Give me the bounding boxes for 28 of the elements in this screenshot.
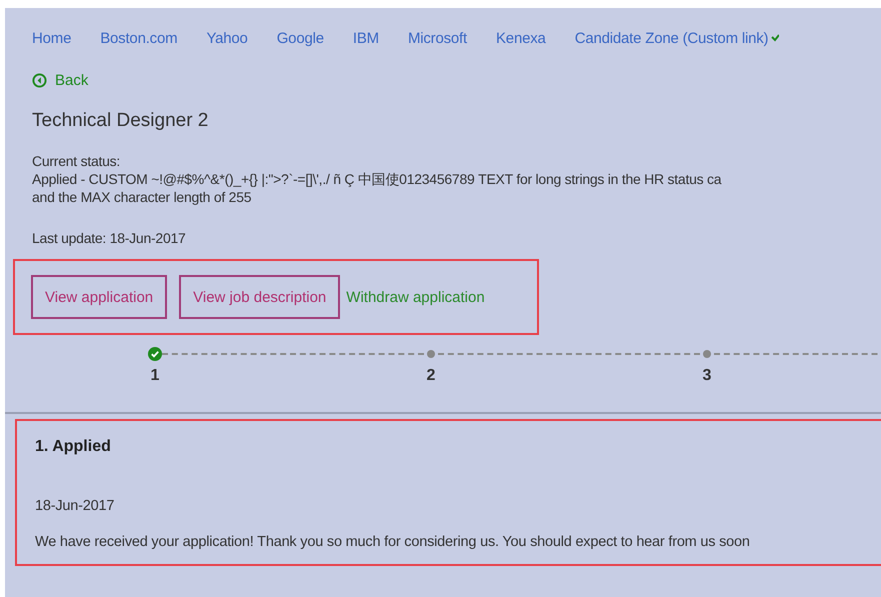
- step-number: 3: [702, 367, 712, 385]
- nav-link[interactable]: Boston.com: [100, 30, 178, 46]
- back-link[interactable]: Back: [55, 72, 88, 89]
- nav-link[interactable]: Google: [276, 30, 324, 46]
- stage-date: 18-Jun-2017: [35, 498, 116, 514]
- job-title: Technical Designer 2: [32, 110, 210, 132]
- dot-icon: [424, 347, 438, 361]
- nav-link[interactable]: Home: [32, 30, 72, 46]
- status-text: and the MAX character length of 255: [32, 188, 252, 206]
- action-button[interactable]: View application: [31, 275, 168, 319]
- nav-link[interactable]: Kenexa: [496, 30, 546, 46]
- withdraw-link[interactable]: Withdraw application: [346, 288, 485, 306]
- nav-link[interactable]: IBM: [352, 30, 379, 46]
- last-update: Last update: 18-Jun-2017: [32, 229, 187, 247]
- nav-link[interactable]: Yahoo: [206, 30, 248, 46]
- step-number: 1: [150, 367, 160, 385]
- nav-link[interactable]: Candidate Zone (Custom link): [574, 30, 768, 46]
- chevron-icon: [771, 33, 780, 43]
- step-number: 2: [426, 367, 436, 385]
- check-icon: [148, 347, 162, 361]
- status-label: Current status:: [32, 152, 122, 170]
- dot-icon: [700, 347, 714, 361]
- back-icon[interactable]: [32, 73, 47, 88]
- stage-title: 1. Applied: [35, 438, 112, 456]
- nav-link[interactable]: Microsoft: [408, 30, 467, 46]
- stage-message: We have received your application! Thank you so much for considering us. You should expect to hear from us soon: [35, 534, 751, 550]
- status-text: Applied - CUSTOM ~!@#$%^&*()_+{} |:">?`-=[]\',./ ñ Ç 中国使0123456789 TEXT for long strings in the HR status ca: [32, 170, 722, 188]
- action-button[interactable]: View job description: [179, 275, 340, 319]
